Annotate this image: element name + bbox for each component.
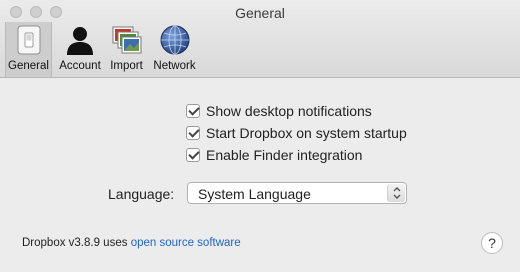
tab-general[interactable]: General (5, 22, 52, 77)
updown-chevron-icon (387, 184, 405, 202)
preferences-window: General General Account Import Network S… (0, 0, 520, 272)
checkbox-label: Enable Finder integration (206, 147, 363, 163)
tab-network[interactable]: Network (149, 22, 200, 77)
open-source-link[interactable]: open source software (131, 237, 241, 249)
checkbox-checked[interactable] (186, 148, 200, 162)
version-text: Dropbox v3.8.9 uses (22, 237, 128, 249)
window-title: General (235, 5, 285, 21)
help-button[interactable]: ? (481, 232, 503, 254)
toolbar: General General Account Import Network (0, 0, 520, 78)
tab-account-label: Account (59, 60, 101, 72)
photos-icon (111, 24, 143, 56)
language-select[interactable]: System Language (187, 182, 407, 204)
tab-import-label: Import (110, 60, 143, 72)
checkbox-checked[interactable] (186, 126, 200, 140)
tab-network-label: Network (153, 60, 196, 72)
globe-icon (159, 24, 191, 56)
checkbox-checked[interactable] (186, 104, 200, 118)
tab-general-label: General (8, 60, 49, 72)
checkbox-label: Show desktop notifications (206, 103, 372, 119)
checkbox-label: Start Dropbox on system startup (206, 125, 407, 141)
version-info: Dropbox v3.8.9 uses open source software (22, 237, 241, 249)
person-icon (64, 24, 96, 56)
tab-import[interactable]: Import (106, 22, 147, 77)
switch-icon (13, 24, 45, 56)
language-select-value: System Language (198, 186, 311, 202)
tab-account[interactable]: Account (55, 22, 105, 77)
language-label: Language: (108, 186, 175, 202)
